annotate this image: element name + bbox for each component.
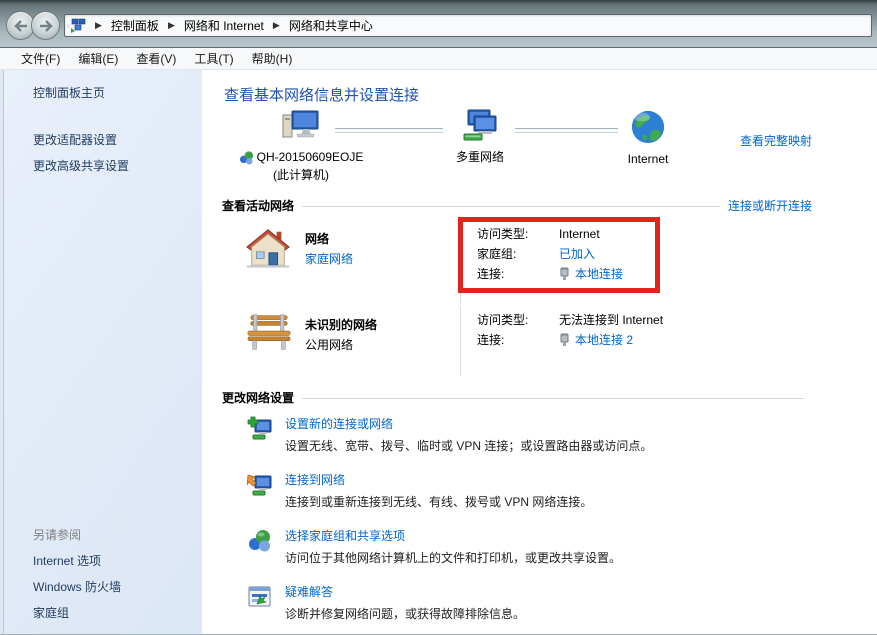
back-arrow-icon — [14, 20, 28, 32]
network-name: 网络 — [305, 230, 460, 248]
recent-pages-dropdown-icon[interactable]: ▼ — [64, 21, 73, 31]
menu-view[interactable]: 查看(V) — [127, 50, 185, 67]
new-connection-icon — [247, 416, 273, 445]
multiple-networks-label: 多重网络 — [420, 150, 540, 165]
sidebar: 控制面板主页 更改适配器设置 更改高级共享设置 另请参阅 Internet 选项… — [3, 70, 202, 634]
change-settings-title: 更改网络设置 — [222, 389, 294, 406]
network-sharing-center-window: ▶ 控制面板 ▶ 网络和 Internet ▶ 网络和共享中心 ▼ 文件(F) … — [0, 0, 877, 635]
active-network-row-home: 网络 家庭网络 访问类型: Internet 家庭组: 已加入 连接: — [245, 220, 812, 304]
computer-icon — [281, 108, 321, 144]
main-panel: 查看基本网络信息并设置连接 — [202, 70, 877, 634]
view-full-map-link[interactable]: 查看完整映射 — [740, 132, 812, 149]
network-name: 未识别的网络 — [305, 316, 460, 334]
active-network-row-unidentified: 未识别的网络 公用网络 访问类型: 无法连接到 Internet 连接: — [245, 306, 812, 376]
section-rule — [302, 398, 804, 399]
connect-to-network-icon — [247, 472, 273, 501]
detail-label: 连接: — [477, 330, 559, 350]
sidebar-item-control-panel-home[interactable]: 控制面板主页 — [33, 84, 194, 102]
homegroup-sharing-options-link[interactable]: 选择家庭组和共享选项 — [285, 528, 405, 544]
breadcrumb-arrow: ▶ — [88, 20, 109, 31]
sidebar-item-internet-options[interactable]: Internet 选项 — [33, 548, 121, 574]
detail-label: 连接: — [477, 264, 559, 284]
breadcrumb-control-panel[interactable]: 控制面板 — [109, 16, 161, 35]
computer-name: QH-20150609EOJE — [257, 150, 364, 165]
multiple-networks-icon — [460, 108, 500, 144]
menu-file[interactable]: 文件(F) — [12, 50, 69, 67]
detail-label: 家庭组: — [477, 244, 559, 264]
see-also-header: 另请参阅 — [33, 522, 121, 548]
task-setup-new-connection: 设置新的连接或网络 设置无线、宽带、拨号、临时或 VPN 连接；或设置路由器或访… — [247, 412, 812, 468]
local-connection-link[interactable]: 本地连接 — [575, 264, 623, 284]
task-description: 设置无线、宽带、拨号、临时或 VPN 连接；或设置路由器或访问点。 — [285, 438, 812, 454]
network-details: 访问类型: 无法连接到 Internet 连接: — [460, 306, 812, 376]
connect-disconnect-link[interactable]: 连接或断开连接 — [728, 197, 812, 214]
breadcrumb-network-sharing-center[interactable]: 网络和共享中心 — [287, 16, 375, 35]
detail-label: 访问类型: — [477, 224, 559, 244]
settings-task-list: 设置新的连接或网络 设置无线、宽带、拨号、临时或 VPN 连接；或设置路由器或访… — [247, 412, 812, 635]
task-description: 访问位于其他网络计算机上的文件和打印机，或更改共享设置。 — [285, 550, 812, 566]
homegroup-spheres-icon — [247, 528, 273, 557]
task-connect-to-network: 连接到网络 连接到或重新连接到无线、有线、拨号或 VPN 网络连接。 — [247, 468, 812, 524]
menu-help[interactable]: 帮助(H) — [243, 50, 302, 67]
section-rule — [302, 206, 720, 207]
network-map: QH-20150609EOJE (此计算机) 多重网络 — [222, 108, 812, 196]
detail-label: 访问类型: — [477, 310, 559, 330]
see-also-group: 另请参阅 Internet 选项 Windows 防火墙 家庭组 — [33, 522, 121, 626]
task-troubleshoot: 疑难解答 诊断并修复网络问题，或获得故障排除信息。 — [247, 580, 812, 635]
sidebar-item-windows-firewall[interactable]: Windows 防火墙 — [33, 574, 121, 600]
troubleshoot-link[interactable]: 疑难解答 — [285, 584, 333, 600]
menu-tools[interactable]: 工具(T) — [185, 50, 242, 67]
public-network-profile: 公用网络 — [305, 334, 460, 356]
title-navigation-bar: ▶ 控制面板 ▶ 网络和 Internet ▶ 网络和共享中心 ▼ — [0, 0, 877, 47]
homegroup-mini-icon — [239, 150, 254, 165]
setup-new-connection-link[interactable]: 设置新的连接或网络 — [285, 416, 393, 432]
breadcrumb-arrow: ▶ — [161, 20, 182, 31]
address-bar[interactable]: ▶ 控制面板 ▶ 网络和 Internet ▶ 网络和共享中心 — [64, 14, 872, 37]
internet-label: Internet — [588, 152, 708, 167]
active-networks-section-header: 查看活动网络 连接或断开连接 — [222, 196, 812, 214]
home-network-icon[interactable] — [245, 226, 291, 270]
troubleshoot-icon — [247, 584, 273, 613]
homegroup-joined-link[interactable]: 已加入 — [559, 244, 595, 264]
page-title: 查看基本网络信息并设置连接 — [224, 84, 812, 104]
task-homegroup-sharing-options: 选择家庭组和共享选项 访问位于其他网络计算机上的文件和打印机，或更改共享设置。 — [247, 524, 812, 580]
forward-button[interactable] — [31, 11, 60, 40]
map-node-this-computer[interactable]: QH-20150609EOJE (此计算机) — [226, 108, 376, 183]
change-settings-section-header: 更改网络设置 — [222, 388, 812, 406]
ethernet-plug-icon — [559, 333, 570, 347]
connect-to-network-link[interactable]: 连接到网络 — [285, 472, 345, 488]
access-type-value: Internet — [559, 224, 600, 244]
map-node-internet[interactable]: Internet — [588, 108, 708, 167]
network-details: 访问类型: Internet 家庭组: 已加入 连接: — [460, 220, 812, 304]
internet-globe-icon — [629, 108, 667, 146]
ethernet-plug-icon — [559, 267, 570, 281]
forward-arrow-icon — [39, 20, 53, 32]
breadcrumb-network-internet[interactable]: 网络和 Internet — [182, 16, 266, 35]
home-network-profile-link[interactable]: 家庭网络 — [305, 252, 353, 266]
public-network-bench-icon[interactable] — [245, 312, 293, 352]
breadcrumb-arrow: ▶ — [266, 20, 287, 31]
map-node-multiple-networks[interactable]: 多重网络 — [420, 108, 540, 165]
sidebar-item-change-advanced-sharing[interactable]: 更改高级共享设置 — [33, 157, 194, 175]
menu-bar: 文件(F) 编辑(E) 查看(V) 工具(T) 帮助(H) — [0, 47, 877, 70]
sidebar-item-homegroup[interactable]: 家庭组 — [33, 600, 121, 626]
task-description: 诊断并修复网络问题，或获得故障排除信息。 — [285, 606, 812, 622]
task-description: 连接到或重新连接到无线、有线、拨号或 VPN 网络连接。 — [285, 494, 812, 510]
access-type-value: 无法连接到 Internet — [559, 310, 663, 330]
local-connection-2-link[interactable]: 本地连接 2 — [575, 330, 633, 350]
sidebar-item-change-adapter-settings[interactable]: 更改适配器设置 — [33, 131, 194, 149]
active-networks-title: 查看活动网络 — [222, 197, 294, 214]
menu-edit[interactable]: 编辑(E) — [69, 50, 127, 67]
computer-sub-label: (此计算机) — [226, 168, 376, 183]
